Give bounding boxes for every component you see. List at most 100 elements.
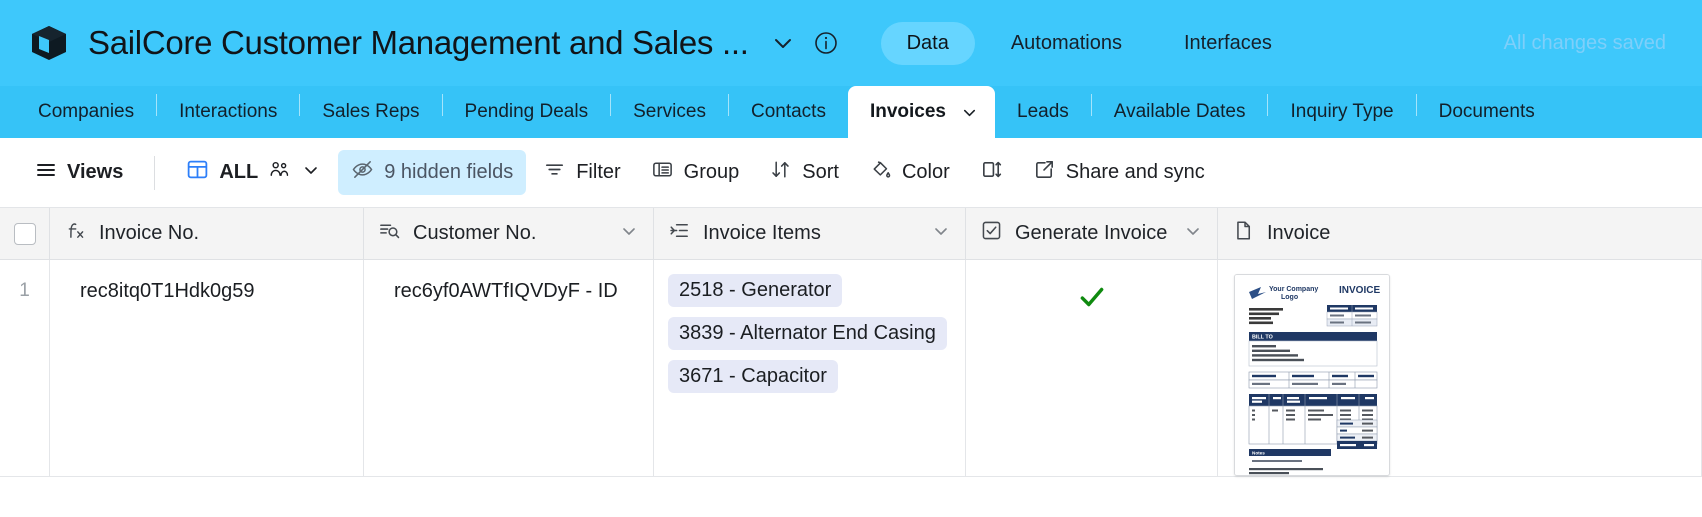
svg-text:INVOICE: INVOICE bbox=[1339, 285, 1380, 296]
table-tab-sales-reps[interactable]: Sales Reps bbox=[300, 86, 441, 138]
select-all-header[interactable] bbox=[0, 208, 50, 259]
current-view-name: ALL bbox=[219, 161, 259, 183]
table-tab-leads-label: Leads bbox=[1017, 101, 1069, 122]
view-toolbar: Views ALL 9 hidden fields Filter Group S… bbox=[0, 138, 1702, 208]
column-menu-chevron-down-icon[interactable] bbox=[619, 221, 639, 247]
lookup-search-icon bbox=[378, 219, 401, 248]
table-tab-documents[interactable]: Documents bbox=[1417, 86, 1557, 138]
row-number-cell: 1 bbox=[0, 260, 50, 476]
header-tab-automations[interactable]: Automations bbox=[985, 22, 1148, 65]
group-rows-icon bbox=[651, 158, 674, 187]
select-all-checkbox[interactable] bbox=[13, 222, 36, 245]
table-tab-available-dates-label: Available Dates bbox=[1113, 101, 1246, 122]
column-menu-chevron-down-icon[interactable] bbox=[1183, 221, 1203, 247]
table-tab-contacts[interactable]: Contacts bbox=[729, 86, 848, 138]
table-tab-sales-reps-label: Sales Reps bbox=[322, 101, 420, 122]
column-menu-chevron-down-icon[interactable] bbox=[329, 221, 349, 247]
table-tab-chevron-down-icon[interactable] bbox=[960, 103, 979, 122]
row-height-icon bbox=[980, 158, 1003, 187]
table-tab-interactions-label: Interactions bbox=[179, 101, 278, 122]
group-label: Group bbox=[683, 161, 740, 183]
cell-invoice-attachment[interactable]: Your Company Logo INVOICE BILL TO Notes bbox=[1218, 260, 1702, 476]
column-menu-chevron-down-icon[interactable] bbox=[931, 221, 951, 247]
save-status: All changes saved bbox=[1503, 31, 1666, 54]
hidden-fields-button[interactable]: 9 hidden fields bbox=[338, 150, 527, 195]
table-tab-companies-label: Companies bbox=[38, 101, 135, 122]
paint-bucket-icon bbox=[869, 158, 892, 187]
grid-table-icon bbox=[186, 158, 209, 187]
column-header-invoice-items-label: Invoice Items bbox=[703, 222, 821, 244]
color-button[interactable]: Color bbox=[856, 150, 963, 195]
people-icon bbox=[268, 158, 291, 187]
invoice-thumbnail[interactable]: Your Company Logo INVOICE BILL TO Notes bbox=[1234, 274, 1390, 476]
column-header-invoice-no[interactable]: Invoice No. bbox=[50, 208, 364, 259]
header-tab-interfaces[interactable]: Interfaces bbox=[1158, 22, 1298, 65]
checkbox-icon bbox=[980, 219, 1003, 248]
table-tab-invoices-label: Invoices bbox=[869, 101, 946, 122]
table-tab-inquiry-type[interactable]: Inquiry Type bbox=[1268, 86, 1415, 138]
attachment-file-icon bbox=[1232, 219, 1255, 248]
table-tab-contacts-label: Contacts bbox=[750, 101, 826, 122]
title-chevron-down-icon[interactable] bbox=[771, 31, 795, 55]
table-row[interactable]: 1 rec8itq0T1Hdk0g59 rec6yf0AWTfIQVDyF - … bbox=[0, 260, 1702, 477]
table-tab-companies[interactable]: Companies bbox=[16, 86, 156, 138]
group-button[interactable]: Group bbox=[638, 150, 753, 195]
sort-arrows-icon bbox=[769, 158, 792, 187]
cube-icon bbox=[28, 22, 70, 64]
table-tab-pending-deals-label: Pending Deals bbox=[464, 101, 589, 122]
svg-text:Your Company: Your Company bbox=[1269, 286, 1318, 293]
info-circle-icon[interactable] bbox=[813, 30, 839, 56]
filter-button[interactable]: Filter bbox=[530, 150, 633, 195]
table-tab-interactions[interactable]: Interactions bbox=[157, 86, 299, 138]
current-view-button[interactable]: ALL bbox=[173, 150, 334, 195]
table-tab-inquiry-type-label: Inquiry Type bbox=[1290, 101, 1394, 122]
table-tab-documents-label: Documents bbox=[1438, 101, 1535, 122]
cell-customer-no[interactable]: rec6yf0AWTfIQVDyF - ID bbox=[364, 260, 654, 476]
cell-generate-invoice[interactable] bbox=[966, 260, 1218, 476]
row-number: 1 bbox=[19, 280, 30, 301]
green-check-icon[interactable] bbox=[1077, 282, 1107, 318]
cell-customer-no-value: rec6yf0AWTfIQVDyF - ID bbox=[394, 280, 618, 302]
hamburger-icon bbox=[35, 159, 57, 187]
table-tab-leads[interactable]: Leads bbox=[995, 86, 1091, 138]
table-tab-available-dates[interactable]: Available Dates bbox=[1092, 86, 1268, 138]
table-tab-services[interactable]: Services bbox=[611, 86, 728, 138]
share-label: Share and sync bbox=[1065, 161, 1205, 183]
cell-invoice-no[interactable]: rec8itq0T1Hdk0g59 bbox=[50, 260, 364, 476]
column-header-generate-invoice-label: Generate Invoice bbox=[1015, 222, 1168, 244]
linked-records-icon bbox=[668, 219, 691, 248]
table-tab-invoices[interactable]: Invoices bbox=[847, 86, 995, 138]
column-header-invoice-items[interactable]: Invoice Items bbox=[654, 208, 966, 259]
cell-invoice-items[interactable]: 2518 - Generator 3839 - Alternator End C… bbox=[654, 260, 966, 476]
column-header-customer-no-label: Customer No. bbox=[413, 222, 537, 244]
list-item[interactable]: 3671 - Capacitor bbox=[668, 360, 838, 393]
color-label: Color bbox=[901, 161, 950, 183]
view-chevron-down-icon[interactable] bbox=[301, 160, 321, 186]
list-item[interactable]: 2518 - Generator bbox=[668, 274, 843, 307]
svg-text:Logo: Logo bbox=[1281, 294, 1298, 301]
sort-label: Sort bbox=[802, 161, 839, 183]
toolbar-divider bbox=[154, 155, 156, 190]
column-header-customer-no[interactable]: Customer No. bbox=[364, 208, 654, 259]
views-button[interactable]: Views bbox=[22, 151, 136, 195]
cell-invoice-no-value: rec8itq0T1Hdk0g59 bbox=[80, 280, 255, 302]
column-header-invoice[interactable]: Invoice bbox=[1218, 208, 1702, 259]
page-title: SailCore Customer Management and Sales .… bbox=[88, 24, 749, 61]
eye-off-icon bbox=[351, 158, 374, 187]
record-grid: Invoice No. Customer No. Invoice Items G… bbox=[0, 208, 1702, 517]
column-header-invoice-no-label: Invoice No. bbox=[99, 222, 200, 244]
app-header: SailCore Customer Management and Sales .… bbox=[0, 0, 1702, 86]
invoice-items-chip-list: 2518 - Generator 3839 - Alternator End C… bbox=[668, 260, 951, 393]
svg-text:BILL TO: BILL TO bbox=[1252, 335, 1273, 341]
row-height-button[interactable] bbox=[967, 150, 1016, 195]
column-header-generate-invoice[interactable]: Generate Invoice bbox=[966, 208, 1218, 259]
list-item[interactable]: 3839 - Alternator End Casing bbox=[668, 317, 947, 350]
table-tab-pending-deals[interactable]: Pending Deals bbox=[443, 86, 611, 138]
filter-label: Filter bbox=[576, 161, 621, 183]
header-tab-interfaces-label: Interfaces bbox=[1184, 31, 1272, 54]
header-tab-data[interactable]: Data bbox=[880, 21, 975, 65]
header-tabs: Data Automations Interfaces bbox=[880, 21, 1298, 65]
svg-text:Notes: Notes bbox=[1252, 450, 1265, 455]
share-and-sync-button[interactable]: Share and sync bbox=[1020, 150, 1218, 195]
sort-button[interactable]: Sort bbox=[756, 150, 852, 195]
